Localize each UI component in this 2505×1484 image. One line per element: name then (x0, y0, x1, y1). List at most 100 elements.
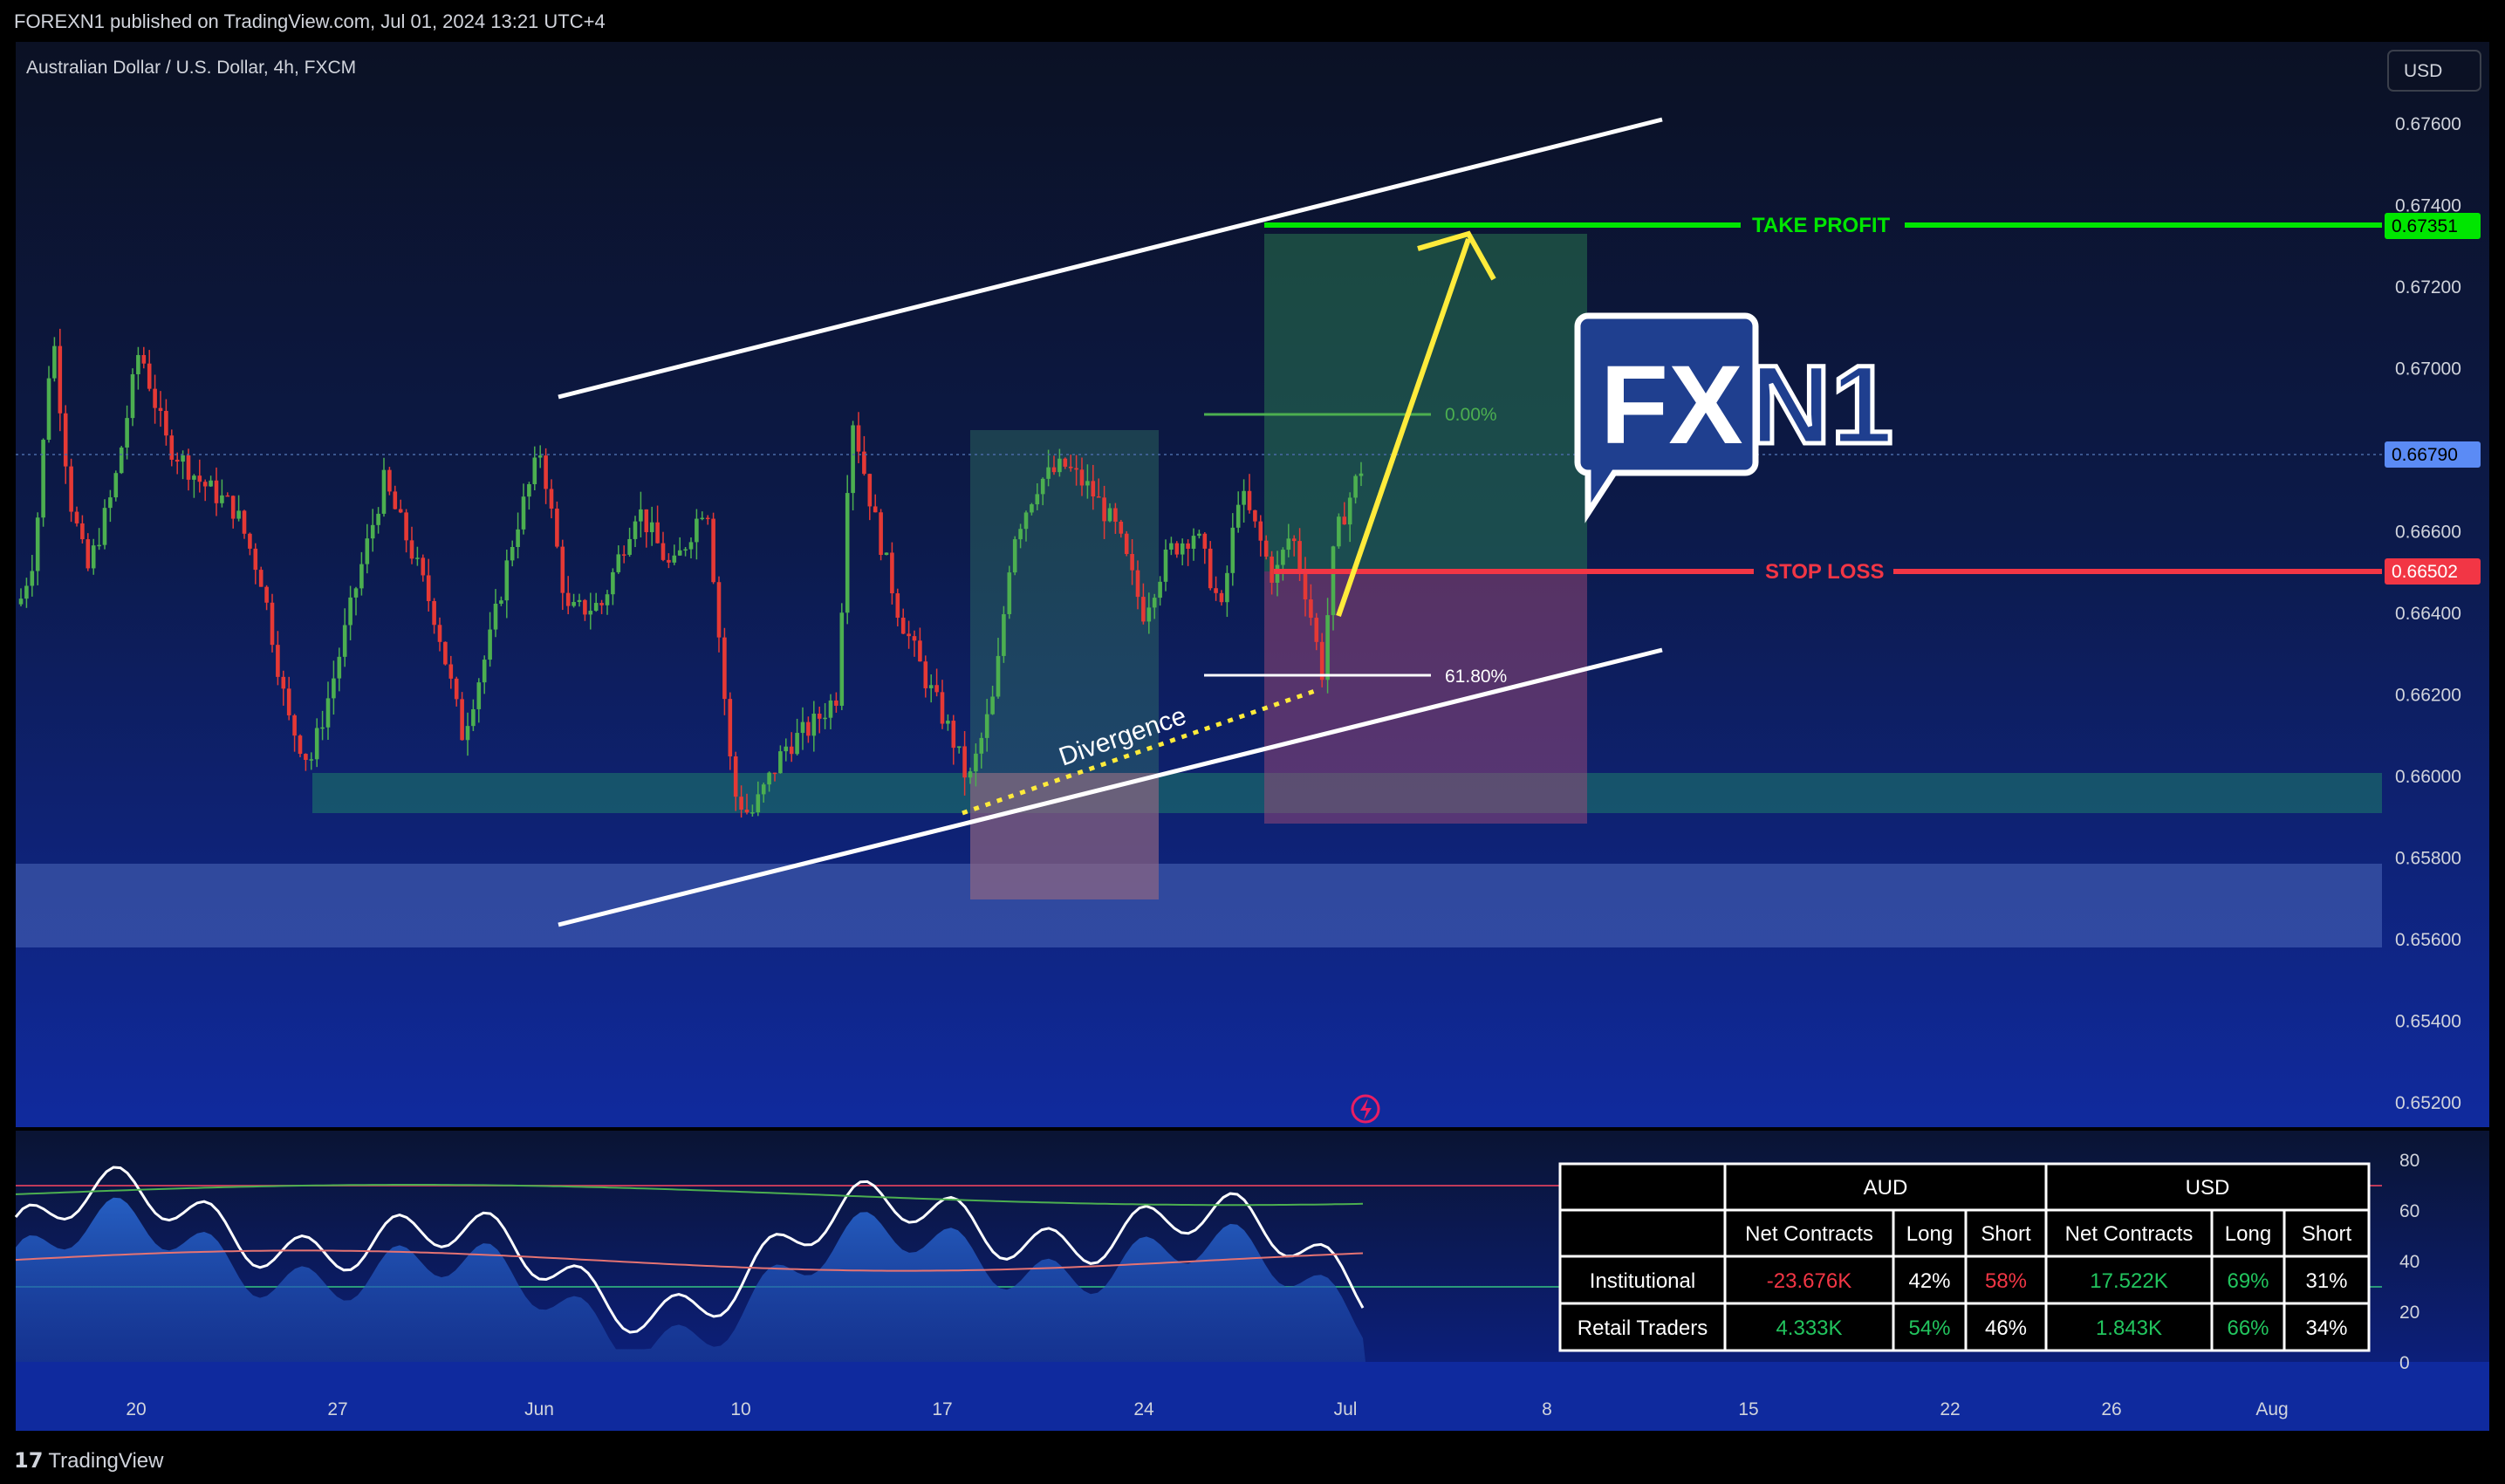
candle-body (890, 552, 894, 594)
candle-body (432, 600, 436, 626)
candle-body (314, 728, 319, 760)
cot-column-header: Net Contracts (1745, 1222, 1873, 1246)
candle-body (611, 571, 615, 595)
candle-body (113, 473, 119, 498)
candle-body (660, 543, 666, 560)
cot-group-aud: AUD (1864, 1176, 1908, 1200)
candle-body (30, 571, 35, 586)
candle-body (192, 475, 196, 480)
candle-body (1314, 618, 1319, 642)
candle-body (1040, 478, 1045, 495)
candle-body (1107, 508, 1112, 522)
candle-body (700, 517, 705, 520)
candle-body (130, 373, 135, 419)
cot-group-usd: USD (2186, 1176, 2230, 1200)
time-tick-label: Jun (524, 1399, 554, 1419)
candle-body (1347, 497, 1352, 525)
candle-body (153, 388, 157, 408)
time-tick-label: 20 (126, 1399, 146, 1419)
tradingview-logo[interactable]: 17 TradingView (14, 1448, 163, 1474)
candle-body (493, 603, 498, 630)
candle-body (1063, 458, 1068, 467)
cot-cell: 46% (1985, 1316, 2027, 1340)
candle-body (627, 538, 632, 555)
logo-fx-text: FX (1600, 343, 1743, 468)
candle-body (856, 425, 861, 452)
candle-body (767, 772, 771, 785)
candle-body (756, 794, 761, 813)
current-price-tag: 0.66790 (2385, 441, 2481, 468)
candle-body (544, 455, 548, 489)
cot-cell: 31% (2305, 1269, 2347, 1293)
candle-body (1152, 598, 1157, 608)
candle-body (722, 637, 727, 700)
cot-cell: 42% (1908, 1269, 1950, 1293)
candle-body (80, 523, 85, 540)
candle-body (672, 555, 677, 563)
candle-body (1242, 490, 1246, 505)
time-tick-label: 10 (730, 1399, 750, 1419)
cot-cell: 58% (1985, 1269, 2027, 1293)
candle-body (236, 510, 241, 519)
candle-body (426, 575, 431, 601)
candle-body (292, 715, 297, 736)
candle-body (1012, 539, 1017, 573)
candle-body (276, 645, 280, 677)
past-long-loss-zone (970, 773, 1159, 899)
fib-level-0-label: 0.00% (1445, 405, 1497, 425)
candle-body (437, 625, 442, 642)
time-tick-label: Aug (2255, 1399, 2288, 1419)
candle-body (286, 688, 291, 715)
candle-body (1337, 516, 1341, 547)
cot-cell: -23.676K (1767, 1269, 1851, 1293)
candle-body (711, 518, 715, 583)
candle-body (912, 636, 917, 641)
price-pane[interactable] (16, 42, 2489, 1127)
candle-body (510, 546, 515, 561)
candle-body (1023, 512, 1029, 530)
time-tick-label: 27 (327, 1399, 347, 1419)
candle-body (823, 717, 827, 720)
candle-body (253, 548, 258, 571)
chart-canvas[interactable]: Divergence 0.00% 61.80% TAKE PROFIT STOP… (0, 42, 2505, 1431)
candle-body (158, 407, 163, 412)
candle-body (1102, 497, 1106, 522)
osc-tick-label: 40 (2399, 1252, 2419, 1272)
candle-body (1030, 504, 1034, 513)
candle-body (1286, 538, 1291, 551)
candle-body (1124, 533, 1129, 554)
candle-body (962, 746, 967, 778)
price-tick-label: 0.65800 (2395, 849, 2461, 869)
candle-body (532, 457, 537, 484)
candle-body (35, 517, 40, 571)
candle-body (537, 455, 543, 458)
candle-body (772, 772, 777, 775)
candle-body (1007, 572, 1012, 614)
candle-body (409, 540, 414, 559)
fib-level-618-label: 61.80% (1445, 667, 1507, 687)
candle-body (688, 542, 694, 550)
candle-body (482, 660, 487, 683)
candle-body (940, 692, 945, 724)
candle-body (24, 585, 29, 599)
time-tick-label: 26 (2101, 1399, 2121, 1419)
candle-body (1331, 546, 1336, 616)
candle-body (588, 611, 593, 615)
candle-body (996, 655, 1001, 697)
time-axis[interactable] (16, 1362, 2489, 1431)
candle-body (1359, 473, 1364, 476)
time-tick-label: 17 (932, 1399, 952, 1419)
candle-body (125, 418, 129, 448)
osc-tick-label: 0 (2399, 1353, 2410, 1373)
publish-header: FOREXN1 published on TradingView.com, Ju… (0, 0, 2505, 42)
candle-body (683, 549, 688, 551)
candle-body (549, 489, 554, 509)
candle-body (577, 599, 582, 603)
demand-zone (16, 864, 2382, 947)
candle-body (169, 435, 175, 460)
cot-cell: 34% (2305, 1316, 2347, 1340)
candle-body (946, 721, 950, 724)
candle-body (398, 509, 403, 513)
candle-body (97, 544, 101, 547)
candle-body (1135, 570, 1140, 598)
